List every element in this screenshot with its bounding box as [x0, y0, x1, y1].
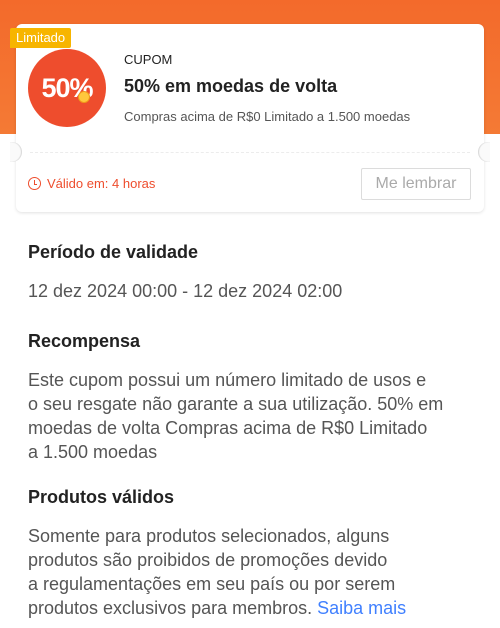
- clock-icon: [28, 177, 41, 190]
- valid-products-description: Somente para produtos selecionados, algu…: [28, 524, 478, 620]
- card-divider: [30, 152, 470, 153]
- coin-icon: [78, 91, 90, 103]
- reward-line: moedas de volta Compras acima de R$0 Lim…: [28, 418, 428, 438]
- reward-line: a 1.500 moedas: [28, 442, 158, 462]
- coupon-title: 50% em moedas de volta: [124, 76, 338, 96]
- reward-description: Este cupom possui um número limitado de …: [28, 368, 478, 464]
- products-last-text: produtos exclusivos para membros.: [28, 598, 313, 618]
- validity-period-value: 12 dez 2024 00:00 - 12 dez 2024 02:00: [28, 281, 343, 301]
- coupon-subtitle: Compras acima de R$0 Limitado a 1.500 mo…: [124, 109, 411, 124]
- reward-line: Este cupom possui um número limitado de …: [28, 370, 427, 390]
- products-line: Somente para produtos selecionados, algu…: [28, 526, 390, 546]
- coupon-validity-label: Válido em: 4 horas: [47, 176, 156, 191]
- coupon-validity: Válido em: 4 horas: [28, 176, 155, 191]
- limited-badge: Limitado: [10, 28, 72, 48]
- reward-title: Recompensa: [28, 331, 141, 351]
- reward-line: o seu resgate não garante a sua utilizaç…: [28, 394, 444, 414]
- products-line-last: produtos exclusivos para membros. Saiba …: [28, 596, 478, 620]
- coupon-logo-icon: 50%: [28, 49, 106, 127]
- valid-products-title: Produtos válidos: [28, 487, 175, 507]
- products-line: produtos são proibidos de promoções devi…: [28, 550, 388, 570]
- validity-period-title: Período de validade: [28, 242, 199, 262]
- remind-me-button[interactable]: Me lembrar: [361, 168, 471, 200]
- coupon-type-label: CUPOM: [124, 52, 173, 67]
- learn-more-link[interactable]: Saiba mais: [317, 598, 406, 618]
- products-line: a regulamentações em seu país ou por ser…: [28, 574, 396, 594]
